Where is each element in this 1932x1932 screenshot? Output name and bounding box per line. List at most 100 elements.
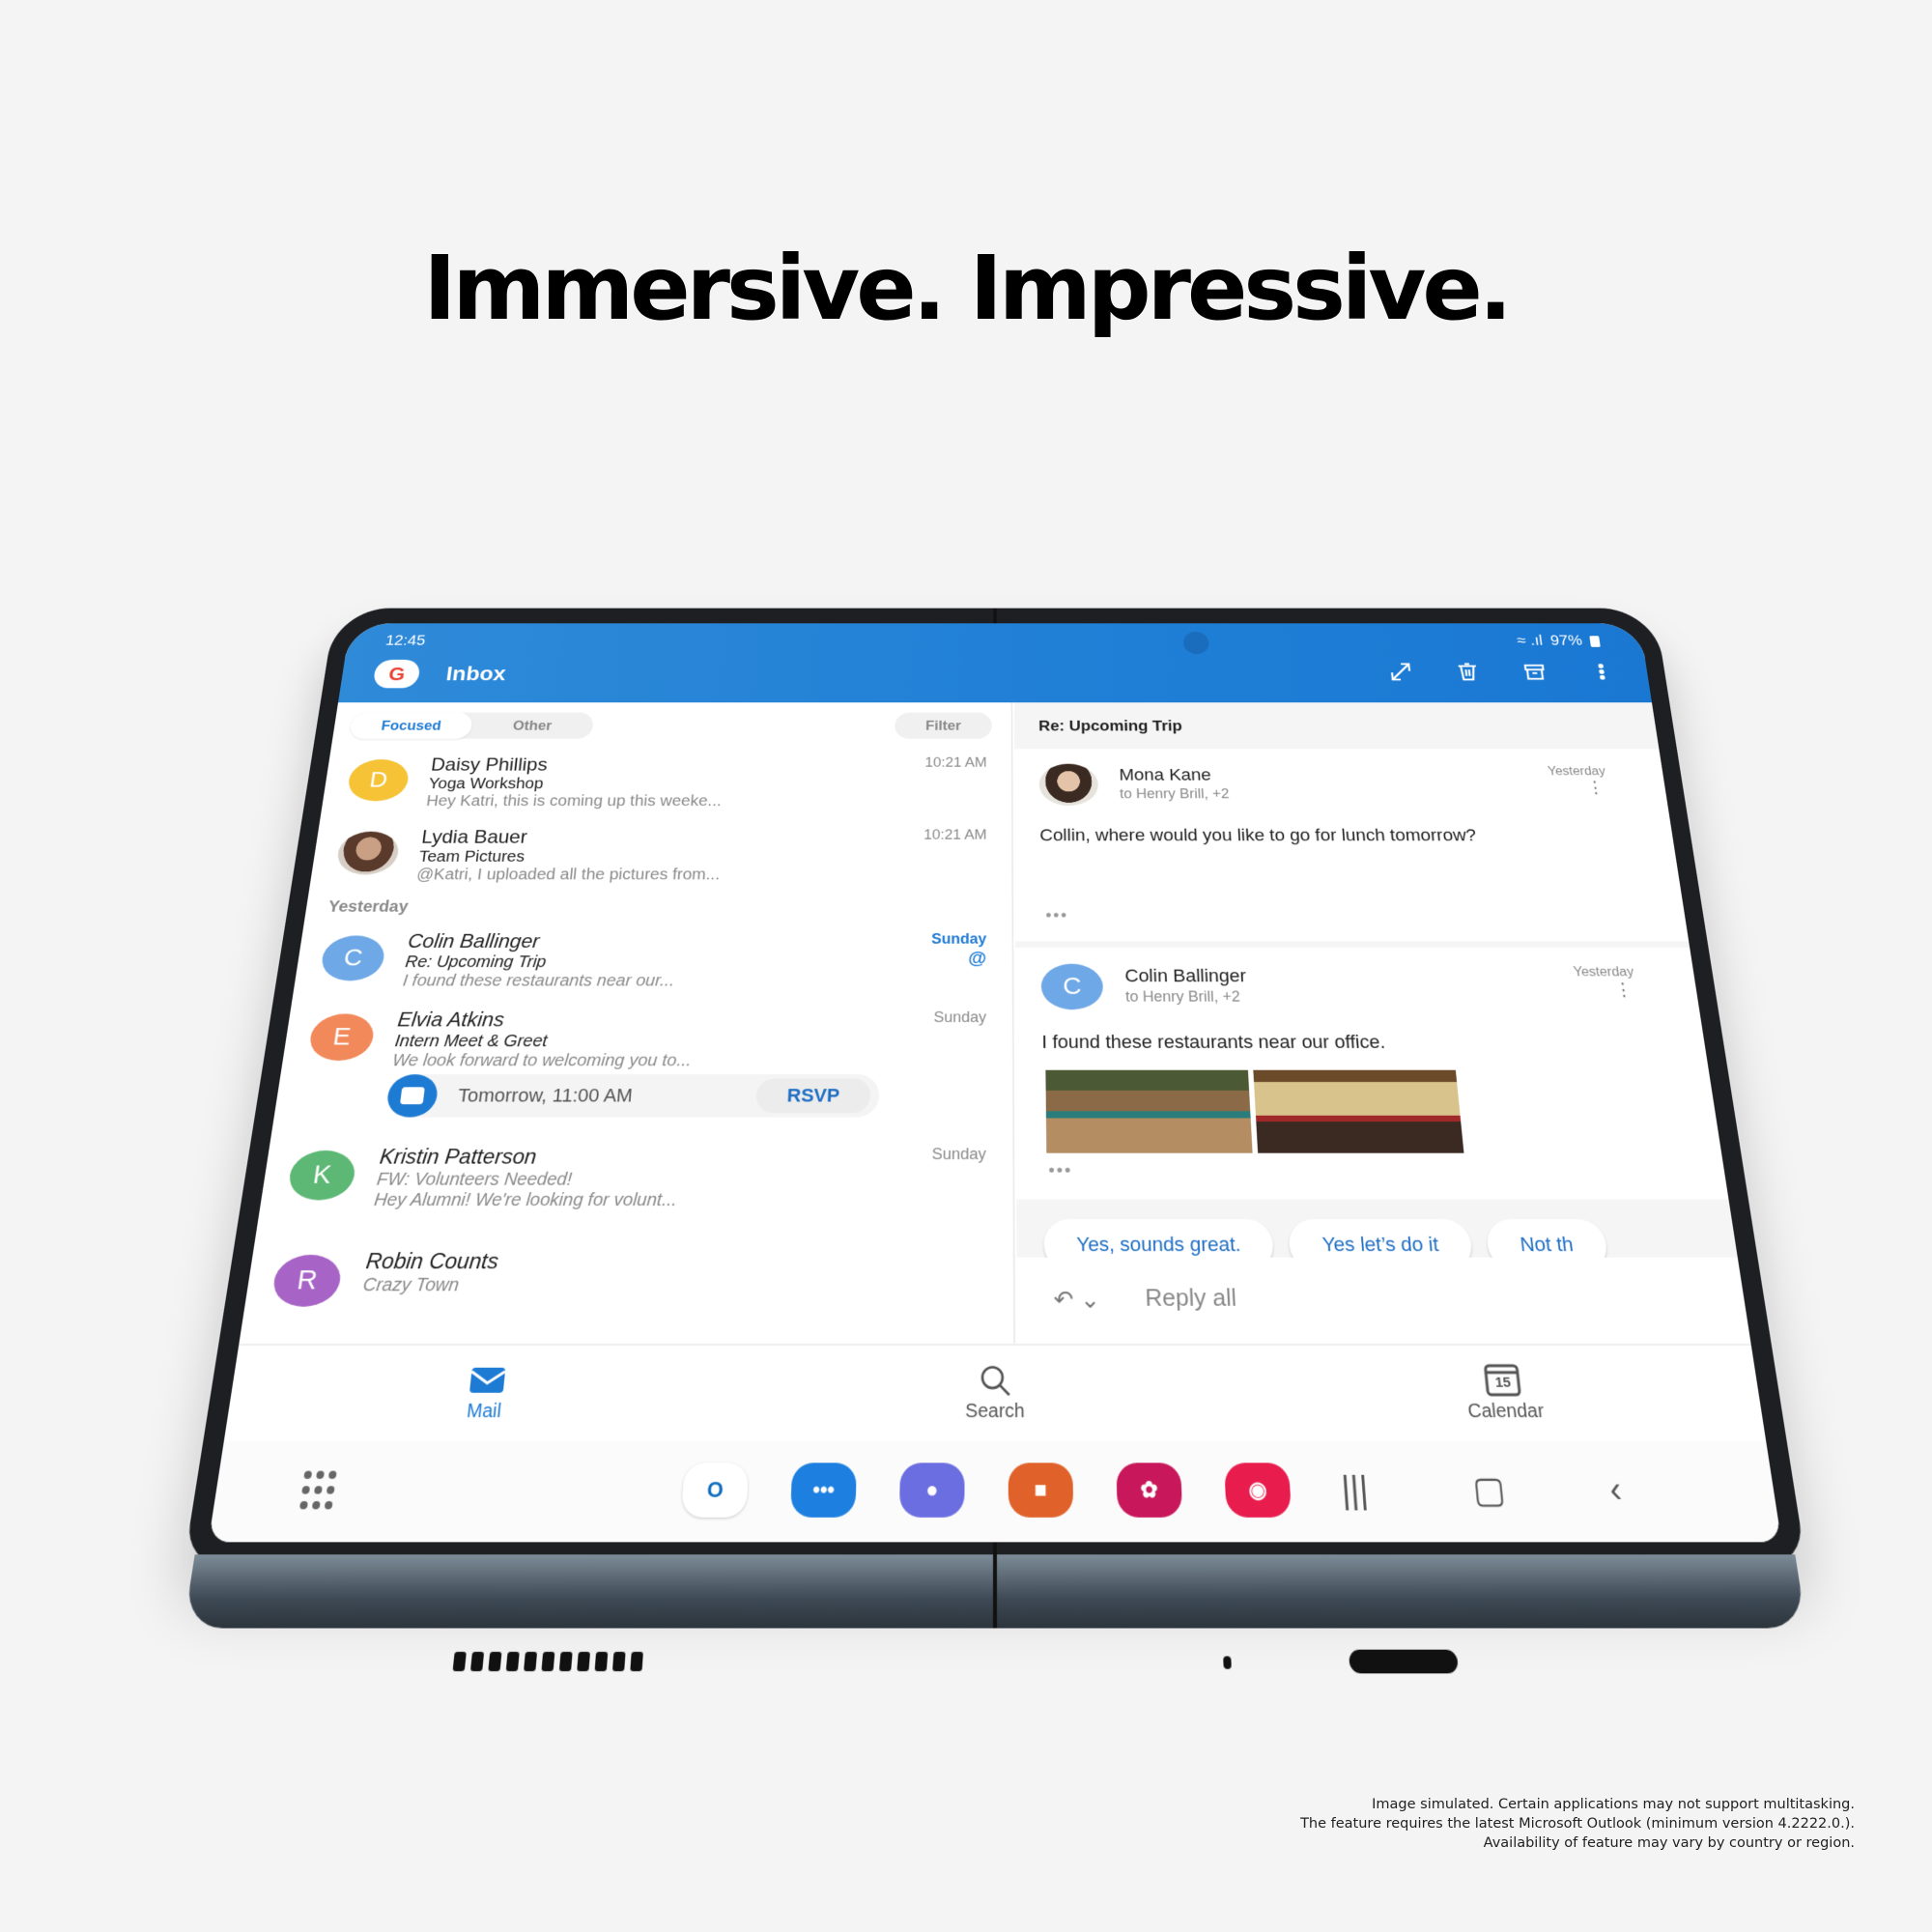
camera-app-icon[interactable]: ◉ bbox=[1224, 1463, 1293, 1518]
battery-percent: 97% bbox=[1548, 633, 1583, 649]
preview: @Katri, I uploaded all the pictures from… bbox=[415, 866, 721, 884]
outlook-app-icon[interactable]: O bbox=[681, 1463, 750, 1518]
subject: Crazy Town bbox=[361, 1274, 461, 1296]
message-card[interactable]: C Colin Ballinger to Henry Brill, +2 Yes… bbox=[1015, 947, 1729, 1200]
date: 10:21 AM bbox=[923, 827, 987, 842]
message-body: I found these restaurants near our offic… bbox=[1041, 1031, 1386, 1053]
speaker-grille bbox=[452, 1651, 643, 1672]
more-vert-icon[interactable]: ⋮ bbox=[1612, 980, 1634, 1000]
expand-icon[interactable] bbox=[1386, 660, 1415, 684]
nav-mail[interactable]: Mail bbox=[386, 1346, 582, 1441]
message-card[interactable]: Mona Kane to Henry Brill, +2 Yesterday ⋮… bbox=[1014, 749, 1690, 942]
bottom-navigation: Mail Search 15 Calendar bbox=[223, 1343, 1767, 1441]
message-date: Yesterday bbox=[1547, 765, 1606, 779]
avatar: K bbox=[286, 1150, 358, 1201]
preview: Hey Katri, this is coming up this weeke.… bbox=[425, 792, 723, 810]
disclaimer: Image simulated. Certain applications ma… bbox=[1300, 1795, 1855, 1853]
gallery-app-icon[interactable]: ✿ bbox=[1116, 1463, 1183, 1518]
more-vert-icon[interactable] bbox=[1586, 660, 1617, 684]
avatar: C bbox=[319, 935, 387, 981]
back-button[interactable]: ‹ bbox=[1607, 1469, 1624, 1512]
sender-name: Lydia Bauer bbox=[420, 827, 528, 848]
reply-all-icon[interactable]: ↶ ⌄ bbox=[1053, 1286, 1100, 1315]
subject: Team Pictures bbox=[417, 848, 526, 866]
message-sender: Mona Kane bbox=[1119, 765, 1212, 784]
focused-other-toggle: Focused Other bbox=[348, 712, 595, 739]
notes-app-icon[interactable]: ■ bbox=[1008, 1463, 1074, 1518]
event-time: Tomorrow, 11:00 AM bbox=[456, 1084, 634, 1106]
date: Sunday bbox=[933, 1009, 987, 1026]
subject: Intern Meet & Greet bbox=[393, 1032, 549, 1051]
list-item[interactable]: Lydia Bauer Team Pictures @Katri, I uplo… bbox=[308, 821, 1011, 895]
nav-calendar[interactable]: 15 Calendar bbox=[1406, 1346, 1603, 1441]
folder-title[interactable]: Inbox bbox=[444, 663, 507, 686]
nav-label: Mail bbox=[466, 1400, 502, 1422]
avatar: D bbox=[346, 759, 412, 802]
reading-pane: Re: Upcoming Trip Mona Kane to Henry Bri… bbox=[1013, 702, 1751, 1344]
device-mockup: 12:45 ≈ .ıl 97% G Inbox Focused Other Fi… bbox=[145, 473, 1845, 1674]
internet-app-icon[interactable]: ● bbox=[898, 1463, 965, 1518]
date-text: Sunday bbox=[931, 930, 987, 948]
reply-bar[interactable]: ↶ ⌄ Reply all bbox=[1016, 1257, 1751, 1344]
avatar: R bbox=[270, 1254, 344, 1307]
front-camera bbox=[1182, 631, 1209, 655]
filter-button[interactable]: Filter bbox=[895, 712, 992, 739]
battery-icon bbox=[1589, 635, 1601, 647]
list-item[interactable]: C Colin Ballinger Re: Upcoming Trip I fo… bbox=[292, 924, 1012, 1003]
list-item[interactable]: R Robin Counts Crazy Town bbox=[241, 1242, 1013, 1332]
list-item[interactable]: D Daisy Phillips Yoga Workshop Hey Katri… bbox=[320, 749, 1011, 820]
show-quoted-button[interactable]: ••• bbox=[1048, 1161, 1072, 1181]
subject: Re: Upcoming Trip bbox=[404, 952, 548, 972]
signal-icon: ≈ .ıl bbox=[1516, 633, 1544, 649]
tab-focused[interactable]: Focused bbox=[348, 712, 474, 739]
thread-subject: Re: Upcoming Trip bbox=[1038, 718, 1183, 735]
mail-icon bbox=[467, 1363, 507, 1396]
home-button[interactable]: ▢ bbox=[1471, 1469, 1508, 1512]
show-quoted-button[interactable]: ••• bbox=[1045, 907, 1068, 925]
preview: We look forward to welcoming you to... bbox=[391, 1051, 693, 1070]
system-navigation: ||| ▢ ‹ bbox=[1340, 1469, 1624, 1512]
tab-other[interactable]: Other bbox=[470, 713, 594, 739]
date: 10:21 AM bbox=[924, 754, 987, 770]
message-recipients: to Henry Brill, +2 bbox=[1119, 785, 1230, 802]
rsvp-button[interactable]: RSVP bbox=[755, 1078, 871, 1114]
status-icons: ≈ .ıl 97% bbox=[1517, 633, 1602, 649]
subject: FW: Volunteers Needed! bbox=[375, 1170, 573, 1190]
screen: 12:45 ≈ .ıl 97% G Inbox Focused Other Fi… bbox=[208, 623, 1782, 1543]
section-header: Yesterday bbox=[327, 897, 410, 916]
archive-icon[interactable] bbox=[1520, 660, 1549, 684]
mention-icon: @ bbox=[968, 947, 987, 968]
restaurant-image[interactable] bbox=[1253, 1069, 1464, 1153]
foldable-phone: 12:45 ≈ .ıl 97% G Inbox Focused Other Fi… bbox=[183, 608, 1807, 1674]
recents-button[interactable]: ||| bbox=[1340, 1469, 1370, 1512]
preview: I found these restaurants near our... bbox=[401, 972, 675, 990]
restaurant-image[interactable] bbox=[1045, 1069, 1253, 1153]
delete-icon[interactable] bbox=[1453, 660, 1483, 684]
nav-label: Search bbox=[965, 1400, 1025, 1422]
list-item[interactable]: K Kristin Patterson FW: Volunteers Neede… bbox=[258, 1138, 1013, 1224]
avatar bbox=[334, 831, 402, 875]
avatar: C bbox=[1040, 963, 1104, 1010]
sender-name: Daisy Phillips bbox=[429, 754, 549, 776]
message-list-pane: Focused Other Filter D Daisy Phillips Yo… bbox=[239, 702, 1016, 1466]
event-card[interactable]: Tomorrow, 11:00 AM RSVP bbox=[384, 1074, 880, 1118]
avatar bbox=[1038, 763, 1099, 807]
more-vert-icon[interactable]: ⋮ bbox=[1585, 778, 1605, 796]
list-item[interactable]: E Elvia Atkins Intern Meet & Greet We lo… bbox=[270, 1003, 1012, 1139]
subject: Yoga Workshop bbox=[427, 775, 545, 793]
headline: Immersive. Impressive. bbox=[423, 237, 1512, 340]
toolbar bbox=[1386, 660, 1617, 684]
nav-search[interactable]: Search bbox=[900, 1346, 1089, 1441]
calendar-event-icon bbox=[384, 1074, 440, 1118]
calendar-icon: 15 bbox=[1483, 1363, 1523, 1396]
avatar: E bbox=[306, 1013, 377, 1062]
sender-name: Kristin Patterson bbox=[378, 1145, 538, 1170]
apps-grid-icon[interactable] bbox=[298, 1470, 343, 1512]
messages-app-icon[interactable]: ••• bbox=[789, 1463, 857, 1518]
sender-name: Robin Counts bbox=[364, 1249, 500, 1274]
account-avatar[interactable]: G bbox=[372, 659, 421, 689]
status-time: 12:45 bbox=[384, 633, 427, 649]
nav-label: Calendar bbox=[1466, 1400, 1546, 1422]
reply-all-field[interactable]: Reply all bbox=[1145, 1284, 1237, 1313]
preview: Hey Alumni! We're looking for volunt... bbox=[373, 1190, 678, 1210]
